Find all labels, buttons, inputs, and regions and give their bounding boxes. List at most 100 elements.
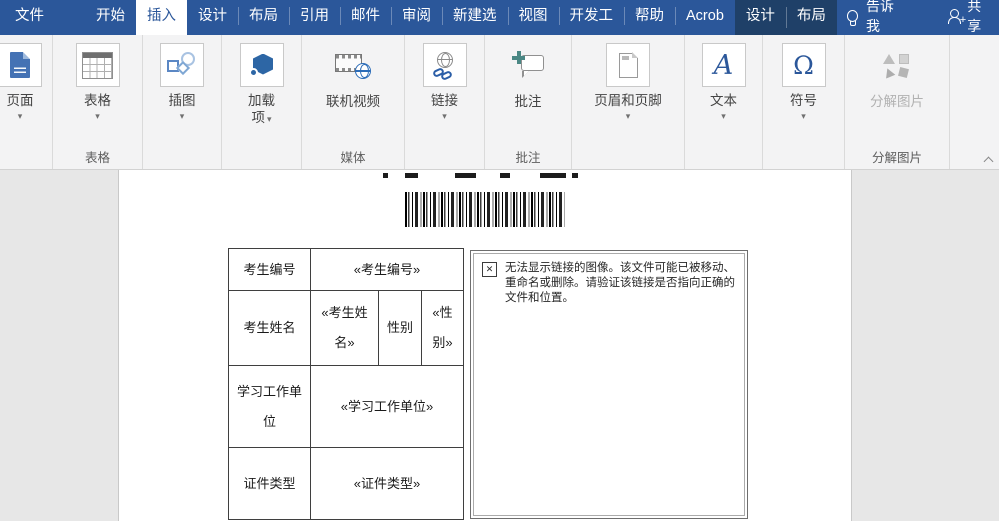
- illustrations-button[interactable]: 插图 ▾: [160, 35, 204, 120]
- share-button[interactable]: + 共享: [938, 0, 999, 32]
- header-footer-button[interactable]: 页眉和页脚 ▾: [594, 35, 662, 120]
- ribbon-group-pages: 页面 ▾: [0, 35, 53, 169]
- tab-review[interactable]: 审阅: [391, 0, 442, 32]
- broken-image-placeholder[interactable]: ✕ 无法显示链接的图像。该文件可能已被移动、 重命名或删除。请验证该链接是否指向…: [470, 250, 748, 519]
- ribbon-group-tables: 表格 ▾ 表格: [53, 35, 143, 169]
- lightbulb-icon: [847, 10, 858, 22]
- group-label-tables: 表格: [53, 147, 142, 166]
- table-row: 考生姓名 «考生姓名» 性别 «性别»: [229, 291, 464, 366]
- clipped-text-fragment: [540, 173, 566, 178]
- cell-exam-number-label[interactable]: 考生编号: [229, 249, 311, 291]
- tab-home[interactable]: 开始: [85, 0, 136, 32]
- cell-idtype-label[interactable]: 证件类型: [229, 448, 311, 520]
- header-footer-icon: [619, 53, 638, 78]
- online-video-label: 联机视频: [326, 93, 380, 110]
- group-label-comments: 批注: [485, 147, 571, 166]
- online-video-icon: [335, 51, 371, 79]
- links-button[interactable]: 链接 ▾: [423, 35, 467, 120]
- ribbon-group-comments: 批注 批注: [485, 35, 572, 169]
- tab-new-tab[interactable]: 新建选: [442, 0, 508, 32]
- tab-references[interactable]: 引用: [289, 0, 340, 32]
- text-button[interactable]: A 文本 ▾: [702, 35, 746, 120]
- tell-me-button[interactable]: 告诉我: [837, 0, 915, 32]
- clipped-text-fragment: [405, 173, 418, 178]
- symbols-button[interactable]: Ω 符号 ▾: [782, 35, 826, 120]
- document-area: 考生编号 «考生编号» 考生姓名 «考生姓名» 性别 «性别» 学习工作单位 «…: [0, 170, 999, 521]
- clipped-text-fragment: [383, 173, 388, 178]
- illustrations-label: 插图: [169, 92, 196, 109]
- cell-exam-number-field[interactable]: «考生编号»: [311, 249, 464, 291]
- dropdown-arrow-icon: ▾: [267, 114, 272, 124]
- cell-gender-label[interactable]: 性别: [379, 291, 422, 366]
- share-label: 共享: [967, 0, 993, 36]
- ribbon-group-text: A 文本 ▾: [685, 35, 763, 169]
- dropdown-arrow-icon: ▾: [95, 112, 100, 120]
- shapes-icon: [167, 52, 197, 79]
- pages-button[interactable]: 页面 ▾: [0, 35, 42, 120]
- decompose-picture-icon: [882, 53, 912, 77]
- dropdown-arrow-icon: ▾: [721, 112, 726, 120]
- tab-table-design[interactable]: 设计: [735, 0, 786, 35]
- tab-help[interactable]: 帮助: [624, 0, 675, 32]
- broken-image-message: 无法显示链接的图像。该文件可能已被移动、 重命名或删除。请验证该链接是否指向正确…: [505, 261, 735, 306]
- cell-name-label[interactable]: 考生姓名: [229, 291, 311, 366]
- group-label-media: 媒体: [302, 147, 404, 166]
- ribbon-group-media: 联机视频 媒体: [302, 35, 405, 169]
- links-label: 链接: [431, 92, 458, 109]
- broken-image-x-icon: ✕: [482, 262, 497, 277]
- registration-table: 考生编号 «考生编号» 考生姓名 «考生姓名» 性别 «性别» 学习工作单位 «…: [228, 248, 464, 520]
- ribbon-group-decompose-picture: 分解图片 分解图片: [845, 35, 950, 169]
- dropdown-arrow-icon: ▾: [801, 112, 806, 120]
- addins-button[interactable]: 加载项▾: [240, 35, 284, 128]
- online-video-button[interactable]: 联机视频: [326, 35, 380, 110]
- cell-name-field[interactable]: «考生姓名»: [311, 291, 379, 366]
- tab-developer[interactable]: 开发工: [559, 0, 625, 32]
- comment-label: 批注: [515, 93, 542, 110]
- tab-design[interactable]: 设计: [187, 0, 238, 32]
- tab-acrobat[interactable]: Acrob: [675, 0, 735, 32]
- italic-a-icon: A: [714, 52, 734, 79]
- ribbon-group-illustrations: 插图 ▾: [143, 35, 222, 169]
- pages-label: 页面: [7, 92, 34, 109]
- contextual-tab-group: 设计 布局: [735, 0, 837, 35]
- decompose-picture-button: 分解图片: [870, 35, 924, 110]
- tab-insert[interactable]: 插入: [136, 0, 187, 35]
- table-row: 考生编号 «考生编号»: [229, 249, 464, 291]
- cell-workunit-field[interactable]: «学习工作单位»: [311, 366, 464, 448]
- ribbon-group-spacer: [950, 35, 999, 169]
- dropdown-arrow-icon: ▾: [626, 112, 631, 120]
- cell-gender-field[interactable]: «性别»: [422, 291, 464, 366]
- page-icon: [10, 52, 30, 78]
- tab-file[interactable]: 文件: [0, 0, 59, 32]
- tab-view[interactable]: 视图: [508, 0, 559, 32]
- clipped-text-fragment: [572, 173, 578, 178]
- table-row: 证件类型 «证件类型»: [229, 448, 464, 520]
- header-footer-label: 页眉和页脚: [594, 92, 662, 109]
- addin-cube-icon: [249, 54, 274, 77]
- table-label: 表格: [84, 92, 111, 109]
- link-icon: [432, 52, 458, 79]
- collapse-ribbon-icon[interactable]: [984, 155, 994, 164]
- tell-me-label: 告诉我: [866, 0, 904, 36]
- text-label: 文本: [710, 92, 737, 109]
- barcode-image[interactable]: [405, 192, 565, 227]
- table-icon: [82, 52, 113, 79]
- tab-table-layout[interactable]: 布局: [786, 0, 837, 35]
- add-person-icon: +: [948, 9, 962, 24]
- ribbon-group-addins: 加载项▾: [222, 35, 302, 169]
- tab-mailings[interactable]: 邮件: [340, 0, 391, 32]
- cell-idtype-field[interactable]: «证件类型»: [311, 448, 464, 520]
- clipped-text-fragment: [500, 173, 510, 178]
- table-button[interactable]: 表格 ▾: [76, 35, 120, 120]
- tab-layout[interactable]: 布局: [238, 0, 289, 32]
- comment-button[interactable]: 批注: [512, 35, 544, 110]
- cell-workunit-label[interactable]: 学习工作单位: [229, 366, 311, 448]
- omega-icon: Ω: [793, 53, 814, 78]
- dropdown-arrow-icon: ▾: [442, 112, 447, 120]
- ribbon-group-symbols: Ω 符号 ▾: [763, 35, 845, 169]
- ribbon-group-header-footer: 页眉和页脚 ▾: [572, 35, 685, 169]
- dropdown-arrow-icon: ▾: [180, 112, 185, 120]
- clipped-text-fragment: [455, 173, 476, 178]
- ribbon-tab-bar: 文件 开始 插入 设计 布局 引用 邮件 审阅 新建选 视图 开发工 帮助 Ac…: [0, 0, 999, 32]
- decompose-picture-label: 分解图片: [870, 93, 924, 110]
